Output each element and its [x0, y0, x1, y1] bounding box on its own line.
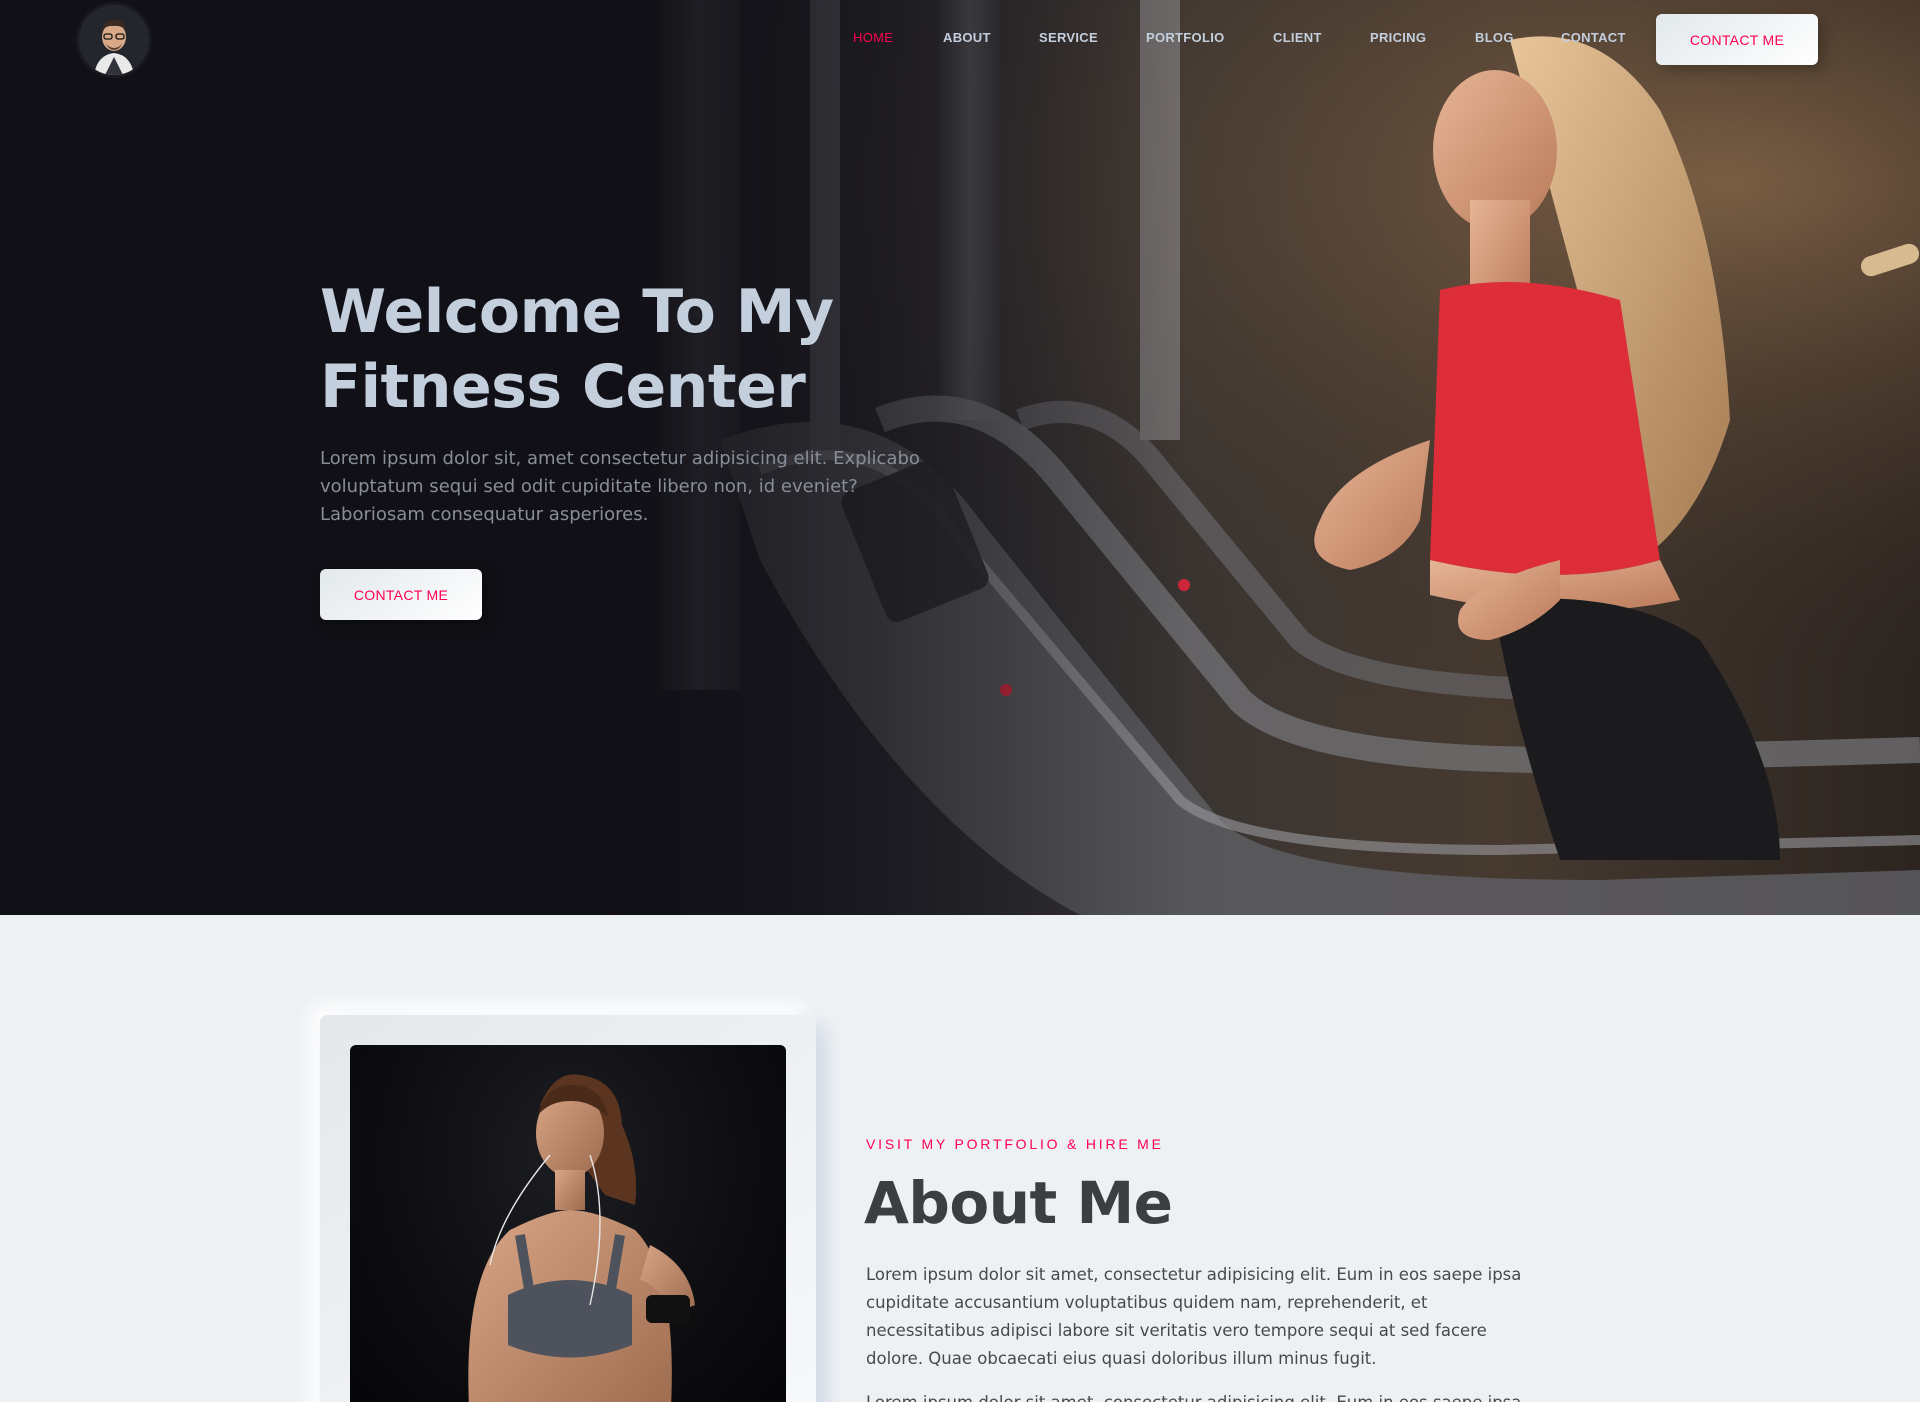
- hero-title: Welcome To My Fitness Center: [320, 275, 940, 425]
- main-nav: HOME ABOUT SERVICE PORTFOLIO CLIENT PRIC…: [0, 30, 1920, 50]
- nav-contact[interactable]: CONTACT: [1561, 30, 1626, 45]
- about-description: Lorem ipsum dolor sit amet, consectetur …: [866, 1265, 1522, 1368]
- nav-home[interactable]: HOME: [853, 30, 893, 45]
- nav-pricing[interactable]: PRICING: [1370, 30, 1426, 45]
- nav-blog[interactable]: BLOG: [1475, 30, 1514, 45]
- hero-section: Welcome To My Fitness Center Lorem ipsum…: [0, 0, 1920, 915]
- hero-contact-button[interactable]: CONTACT ME: [320, 569, 482, 620]
- about-subtitle: VISIT MY PORTFOLIO & HIRE ME: [866, 1136, 1164, 1152]
- about-description-2: Lorem ipsum dolor sit amet, consectetur …: [866, 1389, 1536, 1402]
- hero-overlay: [0, 0, 1920, 915]
- hero-title-line1: Welcome To My: [320, 277, 834, 347]
- nav-client[interactable]: CLIENT: [1273, 30, 1322, 45]
- about-image-card: [320, 1015, 816, 1402]
- about-photo-illustration: [468, 1074, 695, 1402]
- about-section: VISIT MY PORTFOLIO & HIRE ME About Me Lo…: [0, 915, 1920, 1402]
- nav-about[interactable]: ABOUT: [943, 30, 991, 45]
- header-contact-button[interactable]: CONTACT ME: [1656, 14, 1818, 65]
- nav-portfolio[interactable]: PORTFOLIO: [1146, 30, 1225, 45]
- nav-service[interactable]: SERVICE: [1039, 30, 1098, 45]
- about-photo: [350, 1045, 786, 1402]
- site-header: HOME ABOUT SERVICE PORTFOLIO CLIENT PRIC…: [0, 0, 1920, 80]
- hero-title-line2: Fitness Center: [320, 352, 806, 422]
- hero-description: Lorem ipsum dolor sit, amet consectetur …: [320, 448, 920, 525]
- about-title: About Me: [864, 1169, 1173, 1237]
